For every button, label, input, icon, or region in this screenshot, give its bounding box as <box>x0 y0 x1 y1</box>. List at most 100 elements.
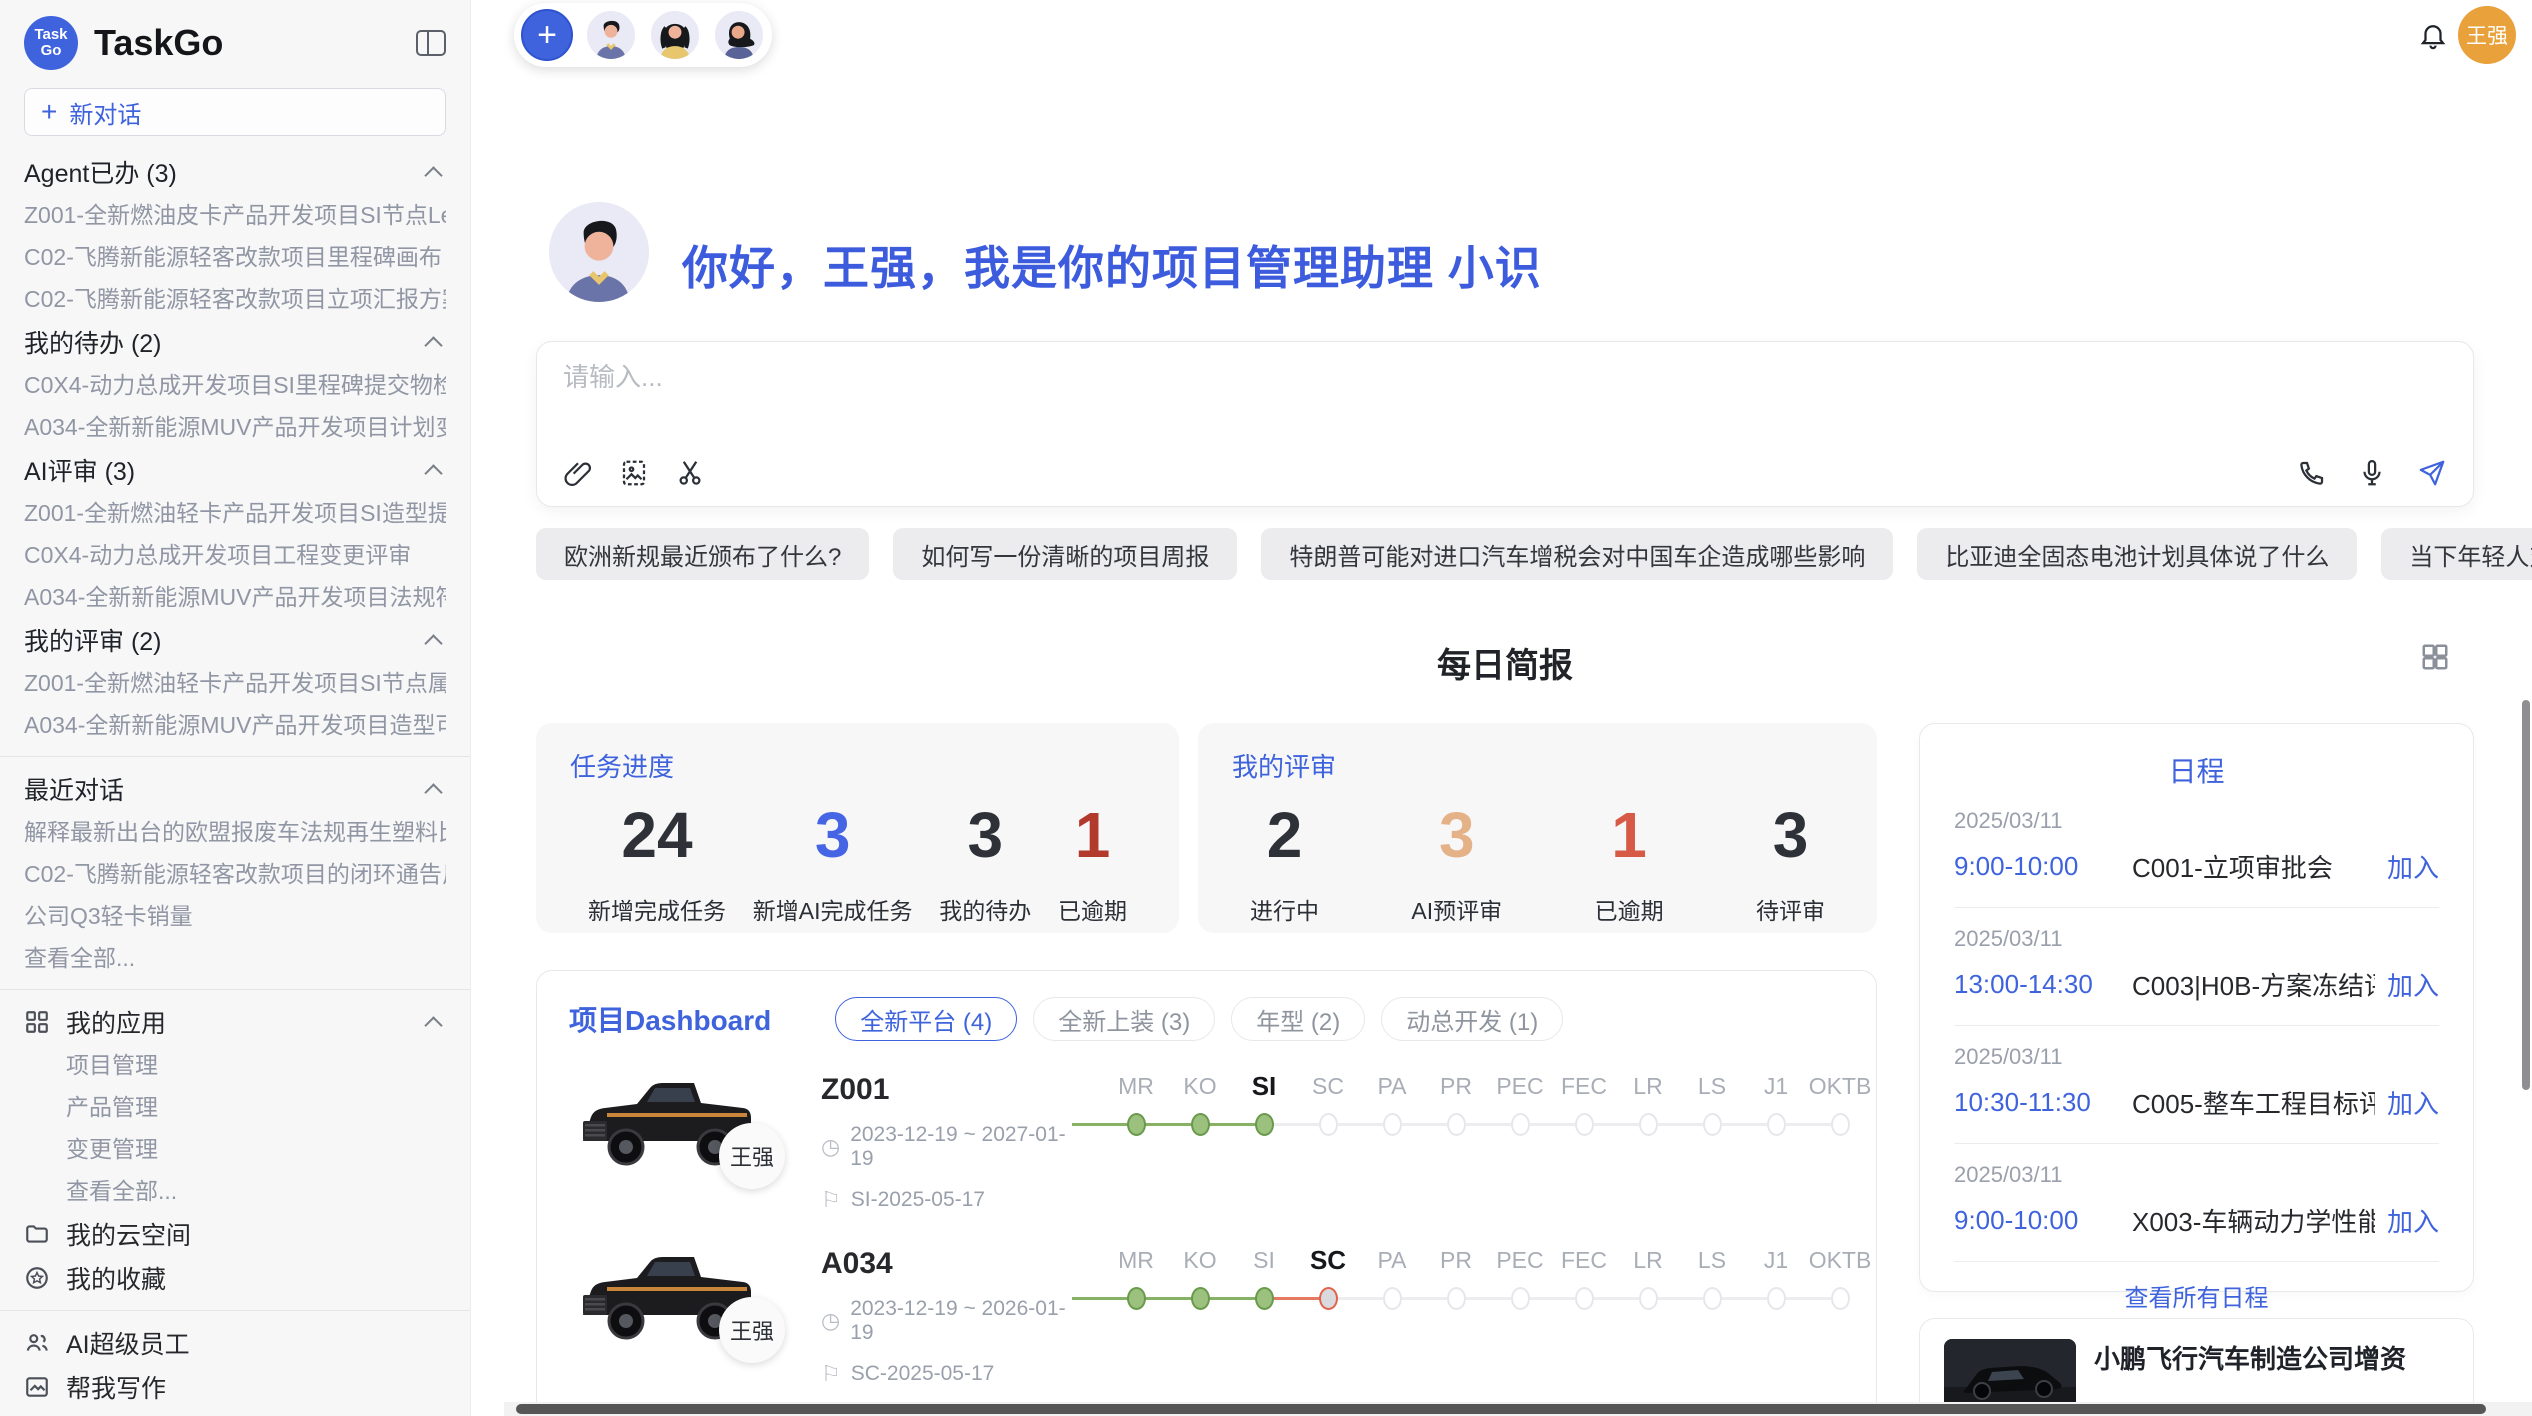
tab-new-body[interactable]: 全新上装 (3) <box>1033 997 1215 1041</box>
schedule-item: 2025/03/11 13:00-14:30 C003|H0B-方案冻结评审 加… <box>1954 908 2439 1026</box>
add-agent-button[interactable]: + <box>521 9 573 61</box>
schedule-time: 10:30-11:30 <box>1954 1087 2132 1118</box>
join-meeting-link[interactable]: 加入 <box>2387 1084 2439 1121</box>
conversation-item[interactable]: C02-飞腾新能源轻客改款项目的闭环通告反馈情况 <box>24 853 446 895</box>
conversation-item[interactable]: A034-全新新能源MUV产品开发项目法规符合性评审 <box>24 576 446 618</box>
card-title: 我的评审 <box>1232 747 1843 784</box>
agent-avatar-3[interactable] <box>713 9 765 61</box>
schedule-time: 13:00-14:30 <box>1954 969 2132 1000</box>
write-image-icon <box>24 1374 50 1400</box>
milestone-strip: MR KO SI SC PA PR PEC FEC LR LS J1 OKTB <box>1086 1241 1872 1310</box>
sidebar-item-product-mgmt[interactable]: 产品管理 <box>24 1086 446 1128</box>
schedule-time: 9:00-10:00 <box>1954 851 2132 882</box>
conversation-item[interactable]: 公司Q3轻卡销量 <box>24 895 446 937</box>
taskgo-app: Task Go TaskGo + 新对话 Agent已办 (3) Z001-全新… <box>0 0 2532 1416</box>
new-chat-label: 新对话 <box>69 95 141 130</box>
milestone-strip: MR KO SI SC PA PR PEC FEC LR LS J1 OKTB <box>1086 1067 1872 1136</box>
my-review-card: 我的评审 2进行中 3AI预评审 1已逾期 3待评审 <box>1198 723 1877 933</box>
attachment-icon[interactable] <box>563 458 593 488</box>
suggestion-chip[interactable]: 当下年轻人对汽车外观有怎样的喜好趋势 <box>2381 528 2532 580</box>
vertical-scrollbar-thumb[interactable] <box>2522 700 2530 1090</box>
section-header-my-review[interactable]: 我的评审 (2) <box>24 618 446 662</box>
new-chat-button[interactable]: + 新对话 <box>24 88 446 136</box>
sidebar-item-project-mgmt[interactable]: 项目管理 <box>24 1044 446 1086</box>
stat-in-progress: 2进行中 <box>1250 800 1319 926</box>
view-all-conversations[interactable]: 查看全部... <box>24 937 446 979</box>
logo-text-bottom: Go <box>41 43 62 59</box>
conversation-item[interactable]: C02-飞腾新能源轻客改款项目立项汇报方案 <box>24 278 446 320</box>
image-upload-icon[interactable] <box>619 458 649 488</box>
notification-bell-icon[interactable] <box>2418 20 2448 50</box>
clock-icon: ◷ <box>821 1134 840 1160</box>
divider <box>0 989 470 990</box>
horizontal-scrollbar[interactable] <box>504 1402 2532 1416</box>
layout-grid-icon[interactable] <box>2420 642 2450 672</box>
phone-call-icon[interactable] <box>2297 458 2327 488</box>
suggestion-chip[interactable]: 特朗普可能对进口汽车增税会对中国车企造成哪些影响 <box>1261 528 1893 580</box>
conversation-item[interactable]: Z001-全新燃油皮卡产品开发项目SI节点Lesson Learn报告 <box>24 194 446 236</box>
conversation-item[interactable]: C0X4-动力总成开发项目工程变更评审 <box>24 534 446 576</box>
suggestion-chip[interactable]: 欧洲新规最近颁布了什么? <box>536 528 869 580</box>
section-header-my-todo[interactable]: 我的待办 (2) <box>24 320 446 364</box>
conversation-item[interactable]: Z001-全新燃油轻卡产品开发项目SI造型提交物评审 <box>24 492 446 534</box>
view-all-apps[interactable]: 查看全部... <box>24 1170 446 1212</box>
microphone-icon[interactable] <box>2357 458 2387 488</box>
composer-right-icons <box>2297 458 2447 488</box>
send-icon[interactable] <box>2417 458 2447 488</box>
clock-icon: ◷ <box>821 1308 840 1334</box>
schedule-date: 2025/03/11 <box>1954 1162 2439 1188</box>
project-next-milestone: SI-2025-05-17 <box>851 1188 985 1212</box>
conversation-item[interactable]: C02-飞腾新能源轻客改款项目里程碑画布 <box>24 236 446 278</box>
horizontal-scrollbar-thumb[interactable] <box>516 1404 2486 1414</box>
conversation-item[interactable]: 解释最新出台的欧盟报废车法规再生塑料比例被调至15%... <box>24 811 446 853</box>
project-name: A034 <box>821 1247 1086 1281</box>
project-row[interactable]: 王强 Z001 ◷2023-12-19 ~ 2027-01-19 ⚐SI-202… <box>537 1065 1876 1223</box>
agent-avatar-2[interactable] <box>649 9 701 61</box>
project-next-milestone: SC-2025-05-17 <box>851 1362 995 1386</box>
section-header-ai-review[interactable]: AI评审 (3) <box>24 448 446 492</box>
section-header-recent[interactable]: 最近对话 <box>24 767 446 811</box>
schedule-card: 日程 2025/03/11 9:00-10:00 C001-立项审批会 加入 2… <box>1919 723 2474 1292</box>
users-icon <box>24 1330 50 1356</box>
sidebar-item-ai-super-staff[interactable]: AI超级员工 <box>24 1321 446 1365</box>
conversation-item[interactable]: C0X4-动力总成开发项目SI里程碑提交物检查 <box>24 364 446 406</box>
conversation-item[interactable]: A034-全新新能源MUV产品开发项目造型可行性评审 <box>24 704 446 746</box>
conversation-item[interactable]: Z001-全新燃油轻卡产品开发项目SI节点属性5D文件评审 <box>24 662 446 704</box>
suggestion-chips: 欧洲新规最近颁布了什么? 如何写一份清晰的项目周报 特朗普可能对进口汽车增税会对… <box>536 528 2532 580</box>
sidebar-item-cloud-space[interactable]: 我的云空间 <box>24 1212 446 1256</box>
schedule-date: 2025/03/11 <box>1954 1044 2439 1070</box>
chevron-up-icon <box>424 464 442 482</box>
agent-avatar-1[interactable] <box>585 9 637 61</box>
join-meeting-link[interactable]: 加入 <box>2387 1202 2439 1239</box>
project-image: 王强 <box>571 1239 821 1389</box>
sidebar-item-creative-drawing[interactable]: 创意制图 <box>24 1409 446 1416</box>
join-meeting-link[interactable]: 加入 <box>2387 848 2439 885</box>
tab-new-platform[interactable]: 全新平台 (4) <box>835 997 1017 1041</box>
schedule-date: 2025/03/11 <box>1954 808 2439 834</box>
stat-new-done: 24新增完成任务 <box>588 800 726 926</box>
suggestion-chip[interactable]: 如何写一份清晰的项目周报 <box>893 528 1237 580</box>
collapse-sidebar-icon[interactable] <box>416 30 446 56</box>
stat-ai-prereview: 3AI预评审 <box>1411 800 1502 926</box>
stat-my-todo: 3我的待办 <box>939 800 1031 926</box>
schedule-event-title: C001-立项审批会 <box>2132 848 2375 885</box>
message-input[interactable] <box>563 362 2447 393</box>
scissors-icon[interactable] <box>675 458 705 488</box>
tab-model-year[interactable]: 年型 (2) <box>1231 997 1365 1041</box>
conversation-item[interactable]: A034-全新新能源MUV产品开发项目计划变更表编写 <box>24 406 446 448</box>
join-meeting-link[interactable]: 加入 <box>2387 966 2439 1003</box>
sidebar-item-my-apps[interactable]: 我的应用 <box>24 1000 446 1044</box>
sidebar-item-help-me-write[interactable]: 帮我写作 <box>24 1365 446 1409</box>
suggestion-chip[interactable]: 比亚迪全固态电池计划具体说了什么 <box>1917 528 2357 580</box>
schedule-event-title: C003|H0B-方案冻结评审 <box>2132 966 2375 1003</box>
project-row[interactable]: 王强 A034 ◷2023-12-19 ~ 2026-01-19 ⚐SC-202… <box>537 1239 1876 1397</box>
schedule-date: 2025/03/11 <box>1954 926 2439 952</box>
schedule-time: 9:00-10:00 <box>1954 1205 2132 1236</box>
tab-powertrain[interactable]: 动总开发 (1) <box>1381 997 1563 1041</box>
sidebar-item-change-mgmt[interactable]: 变更管理 <box>24 1128 446 1170</box>
user-avatar[interactable]: 王强 <box>2458 6 2516 64</box>
schedule-item: 2025/03/11 9:00-10:00 C001-立项审批会 加入 <box>1954 790 2439 908</box>
section-header-agent-done[interactable]: Agent已办 (3) <box>24 150 446 194</box>
dashboard-tabs: 全新平台 (4) 全新上装 (3) 年型 (2) 动总开发 (1) <box>835 997 1563 1041</box>
sidebar-item-favorites[interactable]: 我的收藏 <box>24 1256 446 1300</box>
